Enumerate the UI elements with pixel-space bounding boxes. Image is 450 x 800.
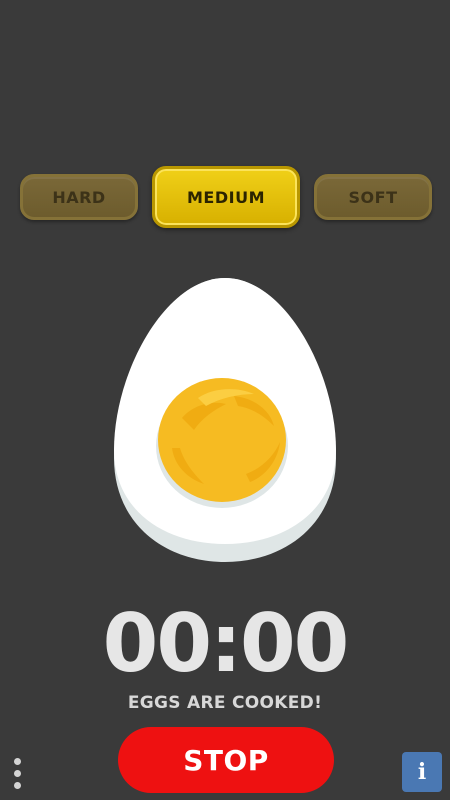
menu-dot <box>14 770 21 777</box>
status-message: EGGS ARE COOKED! <box>127 693 323 713</box>
cooked-egg-icon <box>114 278 336 562</box>
menu-dot <box>14 758 21 765</box>
menu-dot <box>14 782 21 789</box>
mode-soft-button[interactable]: SOFT <box>314 174 432 220</box>
more-vertical-icon[interactable] <box>8 756 28 792</box>
mode-medium-button[interactable]: MEDIUM <box>152 166 300 228</box>
countdown-timer: 00:00 <box>102 597 350 690</box>
mode-hard-button[interactable]: HARD <box>20 174 138 220</box>
cook-mode-selector: HARD MEDIUM SOFT <box>0 166 450 230</box>
info-icon: i <box>417 759 427 785</box>
info-button[interactable]: i <box>402 752 442 792</box>
egg-illustration <box>114 278 336 562</box>
stop-button[interactable]: STOP <box>118 727 334 793</box>
